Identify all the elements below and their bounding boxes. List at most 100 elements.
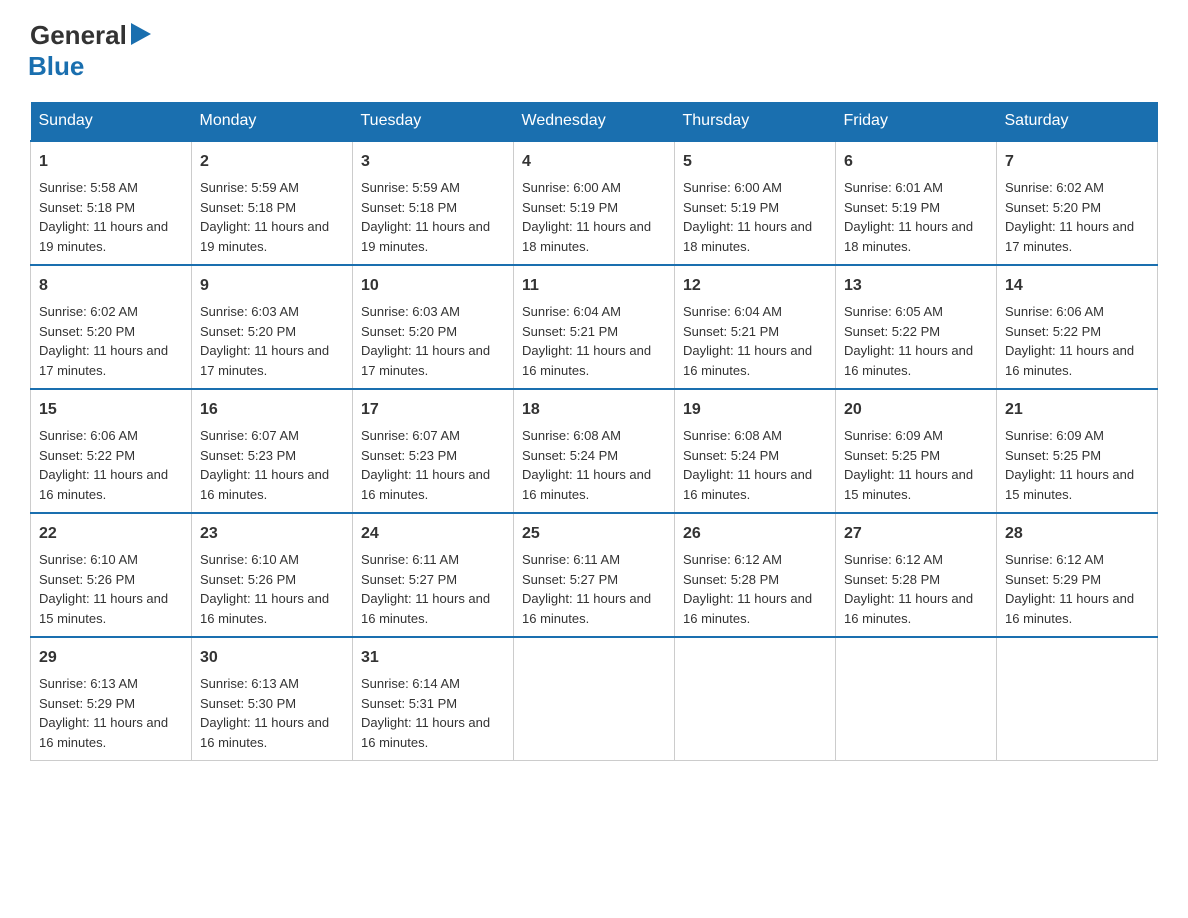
daylight-text: Daylight: 11 hours and 15 minutes. — [844, 467, 973, 502]
calendar-cell: 9Sunrise: 6:03 AMSunset: 5:20 PMDaylight… — [192, 265, 353, 389]
day-number: 18 — [522, 398, 666, 422]
day-number: 22 — [39, 522, 183, 546]
calendar-cell: 16Sunrise: 6:07 AMSunset: 5:23 PMDayligh… — [192, 389, 353, 513]
sunset-text: Sunset: 5:28 PM — [844, 572, 940, 587]
sunset-text: Sunset: 5:29 PM — [39, 696, 135, 711]
daylight-text: Daylight: 11 hours and 16 minutes. — [361, 715, 490, 750]
daylight-text: Daylight: 11 hours and 16 minutes. — [844, 591, 973, 626]
daylight-text: Daylight: 11 hours and 17 minutes. — [39, 343, 168, 378]
calendar-cell: 30Sunrise: 6:13 AMSunset: 5:30 PMDayligh… — [192, 637, 353, 761]
sunset-text: Sunset: 5:29 PM — [1005, 572, 1101, 587]
sunset-text: Sunset: 5:30 PM — [200, 696, 296, 711]
calendar-week-4: 22 Sunrise: 6:10 AM Sunset: 5:26 PM Dayligh… — [31, 513, 1158, 637]
calendar-cell: 13Sunrise: 6:05 AMSunset: 5:22 PMDayligh… — [836, 265, 997, 389]
sunrise-text: Sunrise: 6:04 AM — [683, 304, 782, 319]
weekday-header-saturday: Saturday — [997, 102, 1158, 141]
day-number: 16 — [200, 398, 344, 422]
weekday-header-thursday: Thursday — [675, 102, 836, 141]
calendar-cell: 15Sunrise: 6:06 AMSunset: 5:22 PMDayligh… — [31, 389, 192, 513]
weekday-header-monday: Monday — [192, 102, 353, 141]
daylight-text: Daylight: 11 hours and 19 minutes. — [361, 219, 490, 254]
day-number: 21 — [1005, 398, 1149, 422]
sunset-text: Sunset: 5:22 PM — [39, 448, 135, 463]
sunrise-text: Sunrise: 5:58 AM — [39, 180, 138, 195]
sunrise-text: Sunrise: 6:08 AM — [522, 428, 621, 443]
calendar-week-1: 1Sunrise: 5:58 AMSunset: 5:18 PMDaylight… — [31, 141, 1158, 265]
day-number: 5 — [683, 150, 827, 174]
sunrise-text: Sunrise: 6:13 AM — [39, 676, 138, 691]
day-number: 23 — [200, 522, 344, 546]
calendar-table: SundayMondayTuesdayWednesdayThursdayFrid… — [30, 102, 1158, 761]
calendar-cell: 10Sunrise: 6:03 AMSunset: 5:20 PMDayligh… — [353, 265, 514, 389]
calendar-cell — [675, 637, 836, 761]
calendar-cell: 23Sunrise: 6:10 AMSunset: 5:26 PMDayligh… — [192, 513, 353, 637]
day-number: 9 — [200, 274, 344, 298]
sunrise-text: Sunrise: 6:12 AM — [683, 552, 782, 567]
sunset-text: Sunset: 5:19 PM — [522, 200, 618, 215]
weekday-header-wednesday: Wednesday — [514, 102, 675, 141]
sunset-text: Sunset: 5:31 PM — [361, 696, 457, 711]
daylight-text: Daylight: 11 hours and 16 minutes. — [522, 343, 651, 378]
sunrise-text: Sunrise: 6:04 AM — [522, 304, 621, 319]
calendar-cell: 8Sunrise: 6:02 AMSunset: 5:20 PMDaylight… — [31, 265, 192, 389]
sunrise-text: Sunrise: 6:01 AM — [844, 180, 943, 195]
calendar-cell: 20Sunrise: 6:09 AMSunset: 5:25 PMDayligh… — [836, 389, 997, 513]
calendar-cell: 4Sunrise: 6:00 AMSunset: 5:19 PMDaylight… — [514, 141, 675, 265]
day-number: 11 — [522, 274, 666, 298]
sunrise-text: Sunrise: 6:10 AM — [200, 552, 299, 567]
sunrise-text: Sunrise: 6:02 AM — [1005, 180, 1104, 195]
daylight-text: Daylight: 11 hours and 16 minutes. — [683, 591, 812, 626]
sunset-text: Sunset: 5:20 PM — [200, 324, 296, 339]
daylight-text: Daylight: 11 hours and 19 minutes. — [39, 219, 168, 254]
sunrise-text: Sunrise: 6:14 AM — [361, 676, 460, 691]
daylight-text: Daylight: 11 hours and 16 minutes. — [522, 467, 651, 502]
daylight-text: Daylight: 11 hours and 16 minutes. — [1005, 343, 1134, 378]
daylight-text: Daylight: 11 hours and 15 minutes. — [1005, 467, 1134, 502]
sunset-text: Sunset: 5:23 PM — [200, 448, 296, 463]
day-number: 12 — [683, 274, 827, 298]
sunset-text: Sunset: 5:24 PM — [683, 448, 779, 463]
sunrise-text: Sunrise: 5:59 AM — [200, 180, 299, 195]
calendar-cell — [836, 637, 997, 761]
calendar-cell: 6Sunrise: 6:01 AMSunset: 5:19 PMDaylight… — [836, 141, 997, 265]
calendar-cell: 22Sunrise: 6:10 AMSunset: 5:26 PMDayligh… — [31, 513, 192, 637]
sunrise-text: Sunrise: 6:09 AM — [1005, 428, 1104, 443]
calendar-cell: 29Sunrise: 6:13 AMSunset: 5:29 PMDayligh… — [31, 637, 192, 761]
logo-blue-text: Blue — [28, 51, 84, 82]
calendar-cell: 3Sunrise: 5:59 AMSunset: 5:18 PMDaylight… — [353, 141, 514, 265]
sunset-text: Sunset: 5:20 PM — [361, 324, 457, 339]
day-number: 1 — [39, 150, 183, 174]
sunset-text: Sunset: 5:22 PM — [1005, 324, 1101, 339]
sunset-text: Sunset: 5:21 PM — [683, 324, 779, 339]
sunset-text: Sunset: 5:25 PM — [844, 448, 940, 463]
logo: General Blue — [30, 20, 151, 82]
day-number: 13 — [844, 274, 988, 298]
sunrise-text: Sunrise: 6:07 AM — [200, 428, 299, 443]
calendar-cell: 11Sunrise: 6:04 AMSunset: 5:21 PMDayligh… — [514, 265, 675, 389]
sunset-text: Sunset: 5:19 PM — [683, 200, 779, 215]
calendar-cell: 12Sunrise: 6:04 AMSunset: 5:21 PMDayligh… — [675, 265, 836, 389]
sunrise-text: Sunrise: 6:08 AM — [683, 428, 782, 443]
day-number: 19 — [683, 398, 827, 422]
daylight-text: Daylight: 11 hours and 19 minutes. — [200, 219, 329, 254]
logo-arrow-icon — [131, 23, 151, 45]
day-number: 30 — [200, 646, 344, 670]
sunrise-text: Sunrise: 6:00 AM — [683, 180, 782, 195]
calendar-cell: 31Sunrise: 6:14 AMSunset: 5:31 PMDayligh… — [353, 637, 514, 761]
day-number: 6 — [844, 150, 988, 174]
daylight-text: Daylight: 11 hours and 16 minutes. — [683, 467, 812, 502]
day-number: 15 — [39, 398, 183, 422]
calendar-cell: 2Sunrise: 5:59 AMSunset: 5:18 PMDaylight… — [192, 141, 353, 265]
sunrise-text: Sunrise: 6:06 AM — [1005, 304, 1104, 319]
sunrise-text: Sunrise: 6:09 AM — [844, 428, 943, 443]
day-number: 10 — [361, 274, 505, 298]
day-number: 3 — [361, 150, 505, 174]
calendar-week-2: 8Sunrise: 6:02 AMSunset: 5:20 PMDaylight… — [31, 265, 1158, 389]
sunrise-text: Sunrise: 6:11 AM — [361, 552, 459, 567]
sunset-text: Sunset: 5:26 PM — [39, 572, 135, 587]
calendar-cell: 14Sunrise: 6:06 AMSunset: 5:22 PMDayligh… — [997, 265, 1158, 389]
calendar-week-5: 29Sunrise: 6:13 AMSunset: 5:29 PMDayligh… — [31, 637, 1158, 761]
sunrise-text: Sunrise: 6:13 AM — [200, 676, 299, 691]
calendar-cell: 25Sunrise: 6:11 AMSunset: 5:27 PMDayligh… — [514, 513, 675, 637]
calendar-cell: 27Sunrise: 6:12 AMSunset: 5:28 PMDayligh… — [836, 513, 997, 637]
